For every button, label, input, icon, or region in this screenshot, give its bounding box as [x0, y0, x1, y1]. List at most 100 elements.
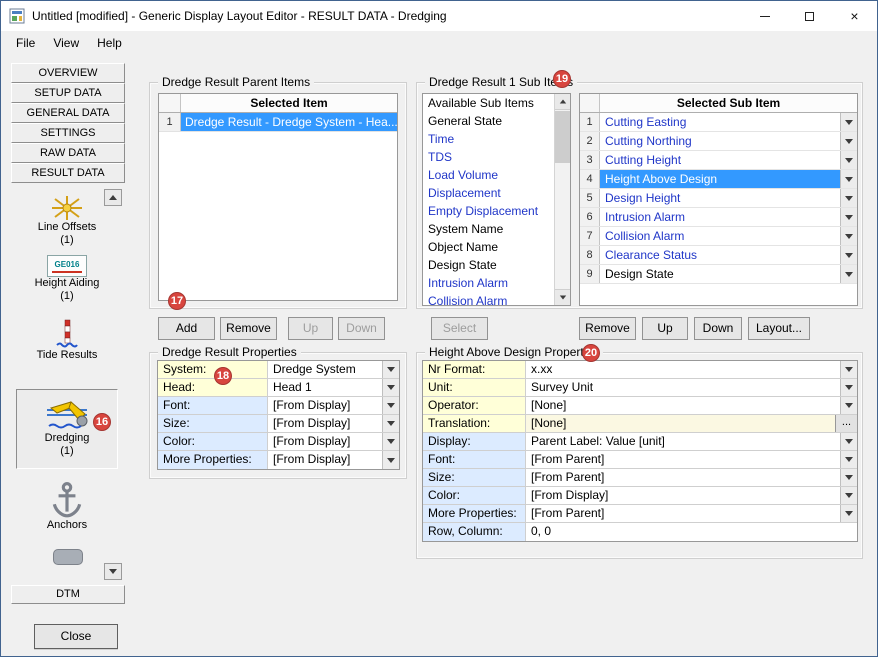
dropdown-button[interactable] — [840, 451, 857, 468]
color-dropdown[interactable]: [From Display] — [268, 433, 382, 450]
sidebar-item-general-data[interactable]: GENERAL DATA — [11, 103, 125, 123]
remove-sub-button[interactable]: Remove — [579, 317, 636, 340]
menu-view[interactable]: View — [44, 33, 88, 53]
sidebar-item-result-data[interactable]: RESULT DATA — [11, 163, 125, 183]
dropdown-button[interactable] — [840, 361, 857, 378]
dropdown-button[interactable] — [840, 469, 857, 486]
dropdown-button[interactable] — [840, 151, 857, 169]
sub-item-value[interactable]: Cutting Northing — [600, 132, 840, 150]
unit-dropdown[interactable]: Survey Unit — [526, 379, 840, 396]
sidebar-item-line-offsets[interactable]: Line Offsets (1) — [15, 195, 119, 247]
translation-field[interactable]: [None] — [526, 415, 835, 432]
more-properties-dropdown[interactable]: [From Display] — [268, 451, 382, 469]
dropdown-button[interactable] — [382, 379, 399, 396]
up-sub-button[interactable]: Up — [642, 317, 688, 340]
close-window-button[interactable]: × — [832, 1, 877, 31]
minimize-button[interactable] — [742, 1, 787, 31]
menu-help[interactable]: Help — [88, 33, 131, 53]
sub-item-value[interactable]: Design Height — [600, 189, 840, 207]
table-row[interactable]: 9 Design State — [580, 265, 857, 284]
size-dropdown[interactable]: [From Display] — [268, 415, 382, 432]
sub-item-value[interactable]: Height Above Design — [600, 170, 840, 188]
dropdown-button[interactable] — [840, 227, 857, 245]
list-item[interactable]: Intrusion Alarm — [423, 274, 570, 292]
dropdown-button[interactable] — [840, 132, 857, 150]
sidebar-item-anchors[interactable]: Anchors — [15, 481, 119, 532]
remove-parent-button[interactable]: Remove — [220, 317, 277, 340]
down-sub-button[interactable]: Down — [694, 317, 742, 340]
available-scrollbar[interactable] — [554, 94, 570, 305]
sidebar-item-setup-data[interactable]: SETUP DATA — [11, 83, 125, 103]
list-item[interactable]: System Name — [423, 220, 570, 238]
sub-item-value[interactable]: Intrusion Alarm — [600, 208, 840, 226]
table-row[interactable]: 7 Collision Alarm — [580, 227, 857, 246]
select-button[interactable]: Select — [431, 317, 488, 340]
size-dropdown[interactable]: [From Parent] — [526, 469, 840, 486]
list-item[interactable]: Collision Alarm — [423, 292, 570, 306]
display-dropdown[interactable]: Parent Label: Value [unit] — [526, 433, 840, 450]
dropdown-button[interactable] — [382, 433, 399, 450]
dropdown-button[interactable] — [840, 208, 857, 226]
font-dropdown[interactable]: [From Display] — [268, 397, 382, 414]
dropdown-button[interactable] — [840, 265, 857, 283]
table-row[interactable]: 8 Clearance Status — [580, 246, 857, 265]
sidebar-item-tide-results[interactable]: Tide Results — [15, 319, 119, 362]
table-row[interactable]: 6 Intrusion Alarm — [580, 208, 857, 227]
sidebar-item-settings[interactable]: SETTINGS — [11, 123, 125, 143]
dropdown-button[interactable] — [840, 189, 857, 207]
dropdown-button[interactable] — [840, 433, 857, 450]
dropdown-button[interactable] — [840, 246, 857, 264]
list-item[interactable]: Object Name — [423, 238, 570, 256]
maximize-button[interactable] — [787, 1, 832, 31]
dropdown-button[interactable] — [382, 361, 399, 378]
table-row[interactable]: 5 Design Height — [580, 189, 857, 208]
table-row-selected[interactable]: 4 Height Above Design — [580, 170, 857, 189]
dropdown-button[interactable] — [840, 487, 857, 504]
list-item[interactable]: Load Volume — [423, 166, 570, 184]
list-item[interactable]: General State — [423, 112, 570, 130]
table-row[interactable]: 1 Cutting Easting — [580, 113, 857, 132]
dropdown-button[interactable] — [382, 397, 399, 414]
down-parent-button[interactable]: Down — [338, 317, 385, 340]
sidebar-item-dtm[interactable]: DTM — [11, 585, 125, 604]
scroll-down-button[interactable] — [555, 289, 570, 305]
dropdown-button[interactable] — [840, 113, 857, 131]
list-item[interactable]: TDS — [423, 148, 570, 166]
list-item[interactable]: Time — [423, 130, 570, 148]
sidebar-item-raw-data[interactable]: RAW DATA — [11, 143, 125, 163]
list-item[interactable]: Empty Displacement — [423, 202, 570, 220]
sidebar-item-overview[interactable]: OVERVIEW — [11, 63, 125, 83]
table-row[interactable]: 3 Cutting Height — [580, 151, 857, 170]
more-properties-dropdown[interactable]: [From Parent] — [526, 505, 840, 522]
sub-item-value[interactable]: Collision Alarm — [600, 227, 840, 245]
sub-item-value[interactable]: Cutting Height — [600, 151, 840, 169]
system-dropdown[interactable]: Dredge System — [268, 361, 382, 378]
translation-ellipsis-button[interactable]: ... — [835, 415, 857, 432]
menu-file[interactable]: File — [7, 33, 44, 53]
add-button[interactable]: Add — [158, 317, 215, 340]
scrollbar-thumb[interactable] — [555, 111, 570, 163]
sub-item-value[interactable]: Design State — [600, 265, 840, 283]
table-row[interactable]: 2 Cutting Northing — [580, 132, 857, 151]
up-parent-button[interactable]: Up — [288, 317, 333, 340]
operator-dropdown[interactable]: [None] — [526, 397, 840, 414]
list-item[interactable]: Displacement — [423, 184, 570, 202]
table-row[interactable]: 1 Dredge Result - Dredge System - Hea... — [159, 113, 397, 132]
dropdown-button[interactable] — [382, 415, 399, 432]
sidebar-item-height-aiding[interactable]: GE016 Height Aiding (1) — [15, 255, 119, 303]
close-button[interactable]: Close — [34, 624, 118, 649]
dropdown-button[interactable] — [840, 379, 857, 396]
dropdown-button[interactable] — [840, 505, 857, 522]
nr-format-dropdown[interactable]: x.xx — [526, 361, 840, 378]
dropdown-button[interactable] — [382, 451, 399, 469]
parent-item-value[interactable]: Dredge Result - Dredge System - Hea... — [181, 113, 397, 131]
list-item[interactable]: Design State — [423, 256, 570, 274]
head-dropdown[interactable]: Head 1 — [268, 379, 382, 396]
sub-item-value[interactable]: Clearance Status — [600, 246, 840, 264]
sidebar-scroll-down-button[interactable] — [104, 563, 122, 580]
scroll-up-button[interactable] — [555, 94, 570, 110]
layout-button[interactable]: Layout... — [748, 317, 810, 340]
sub-item-value[interactable]: Cutting Easting — [600, 113, 840, 131]
dropdown-button[interactable] — [840, 397, 857, 414]
font-dropdown[interactable]: [From Parent] — [526, 451, 840, 468]
